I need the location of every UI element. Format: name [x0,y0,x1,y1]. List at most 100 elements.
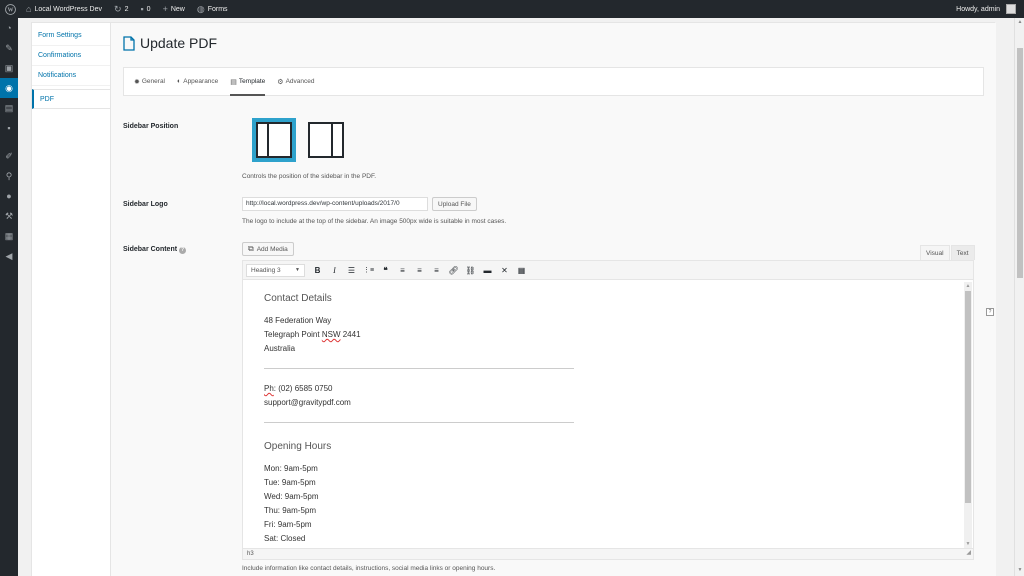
home-icon: ⌂ [26,3,32,14]
globe-icon: ◍ [196,3,205,14]
updates-icon: ↻ [114,3,122,14]
fullscreen-button[interactable]: ✕ [497,264,512,277]
align-left-button[interactable]: ≡ [395,264,410,277]
sidebar-position-label: Sidebar Position [123,123,179,130]
new-label: New [170,5,185,13]
subnav-form-settings[interactable]: Form Settings [32,26,110,46]
unlink-button[interactable]: ⛓ [463,264,478,277]
help-icon[interactable]: ? [179,247,187,254]
site-name: Local WordPress Dev [34,5,103,13]
updates-link[interactable]: ↻ 2 [108,0,134,18]
wysiwyg-editor: Heading 3 ▼ B I ☰ ⋮≡ ❝ ≡ ≡ ≡ 🔗︎ ⛓ ▬ ✕ ▦ [242,260,974,560]
tab-visual[interactable]: Visual [920,245,950,260]
page-scroll-up-icon[interactable]: ▲ [1016,19,1024,27]
numbered-list-button[interactable]: ⋮≡ [361,264,376,277]
sidebar-left-icon [256,122,292,158]
phone-line: Ph: (02) 6585 0750 [264,384,333,393]
add-media-label: Add Media [256,245,288,253]
resize-handle-icon[interactable]: ◢ [966,548,971,558]
forms-menu-icon[interactable]: ◉ [0,78,18,98]
divider [264,422,574,423]
sidebar-content-label: Sidebar Content? [123,246,187,254]
pin-icon[interactable]: ✎ [0,38,18,58]
updates-count: 2 [124,5,129,13]
tab-appearance[interactable]: ◐ Appearance [177,67,218,96]
link-button[interactable]: 🔗︎ [446,264,461,277]
bold-button[interactable]: B [310,264,325,277]
sidebar-content-description: Include information like contact details… [242,565,496,572]
italic-button[interactable]: I [327,264,342,277]
sidebar-logo-input[interactable]: http://local.wordpress.dev/wp-content/up… [242,197,428,211]
form-settings-subnav: Form Settings Confirmations Notification… [32,23,111,576]
subnav-confirmations[interactable]: Confirmations [32,46,110,66]
page-title-text: Update PDF [140,35,218,51]
sidebar-right-icon [308,122,344,158]
subnav-notifications[interactable]: Notifications [32,66,110,86]
editor-scroll-thumb[interactable] [965,291,971,503]
address-line: Australia [264,344,296,353]
appearance-icon[interactable]: ✐ [0,146,18,166]
address-line-text: Telegraph Point NSW 2441 [264,330,361,339]
page-scroll-down-icon[interactable]: ▼ [1016,567,1024,575]
hours-line: Sat: Closed [264,534,306,543]
sidebar-position-left-option[interactable] [252,118,296,162]
new-content-link[interactable]: + New [157,0,191,18]
tab-advanced[interactable]: ⚙ Advanced [277,67,314,96]
editor-toolbar: Heading 3 ▼ B I ☰ ⋮≡ ❝ ≡ ≡ ≡ 🔗︎ ⛓ ▬ ✕ ▦ [243,261,973,280]
wordpress-logo-icon[interactable]: W [0,0,20,18]
align-center-button[interactable]: ≡ [412,264,427,277]
editor-scrollbar[interactable]: ▲ ▼ [964,282,972,548]
pages-icon[interactable]: ▤ [0,98,18,118]
comments-icon[interactable]: ▪ [0,118,18,138]
upload-file-button[interactable]: Upload File [432,197,477,211]
sidebar-logo-label: Sidebar Logo [123,201,168,208]
add-media-button[interactable]: ⧉ Add Media [242,242,294,256]
read-more-button[interactable]: ▬ [480,264,495,277]
divider [264,368,574,369]
hours-line: Fri: 9am-5pm [264,520,312,529]
tools-icon[interactable]: ⚒ [0,206,18,226]
editor-content[interactable]: Contact Details 48 Federation Way Telegr… [243,281,965,549]
media-icon[interactable]: ▣ [0,58,18,78]
svg-text:W: W [7,7,13,13]
scroll-down-icon[interactable]: ▼ [964,540,972,548]
tab-general[interactable]: ✹ General [134,67,165,96]
document-small-icon: ▤ [230,78,237,86]
scroll-up-icon[interactable]: ▲ [964,282,972,290]
align-right-button[interactable]: ≡ [429,264,444,277]
document-icon [123,35,135,51]
sidebar-position-right-option[interactable] [304,118,348,162]
toolbar-toggle-button[interactable]: ▦ [514,264,529,277]
gear-icon: ✹ [134,78,140,86]
comments-link[interactable]: ▪ 0 [134,0,156,18]
hours-line: Mon: 9am-5pm [264,464,318,473]
tab-template-label: Template [238,78,266,85]
spellcheck-word: NSW [321,330,341,339]
tab-template[interactable]: ▤ Template [230,67,266,96]
pdf-settings-tabs: ✹ General ◐ Appearance ▤ Template ⚙ Advanced [123,67,984,96]
bullet-list-button[interactable]: ☰ [344,264,359,277]
page-scrollbar[interactable]: ▲ ▼ [1014,18,1024,576]
forms-label: Forms [207,5,228,13]
site-name-link[interactable]: ⌂ Local WordPress Dev [20,0,108,18]
comments-count: 0 [146,5,151,13]
page-title: Update PDF [123,35,217,51]
plugins-icon[interactable]: ⚲ [0,166,18,186]
format-select-value: Heading 3 [251,266,281,274]
editor-help-icon[interactable]: ? [986,308,994,316]
collapse-icon[interactable]: ◀ [0,246,18,266]
tab-general-label: General [141,78,165,85]
settings-icon[interactable]: ▦ [0,226,18,246]
forms-link[interactable]: ◍ Forms [191,0,234,18]
users-icon[interactable]: ● [0,186,18,206]
blockquote-button[interactable]: ❝ [378,264,393,277]
subnav-pdf[interactable]: PDF [32,89,110,109]
admin-menu: ◔ ✎ ▣ ◉ ▤ ▪ ✐ ⚲ ● ⚒ ▦ ◀ [0,18,18,576]
tab-text[interactable]: Text [950,245,975,260]
tab-appearance-label: Appearance [183,78,219,85]
page-scroll-thumb[interactable] [1017,48,1023,278]
account-menu[interactable]: Howdy, admin [950,0,1024,18]
address-line: Telegraph Point NSW 2441 [264,328,944,342]
format-select[interactable]: Heading 3 ▼ [246,263,305,277]
dashboard-icon[interactable]: ◔ [0,18,18,38]
